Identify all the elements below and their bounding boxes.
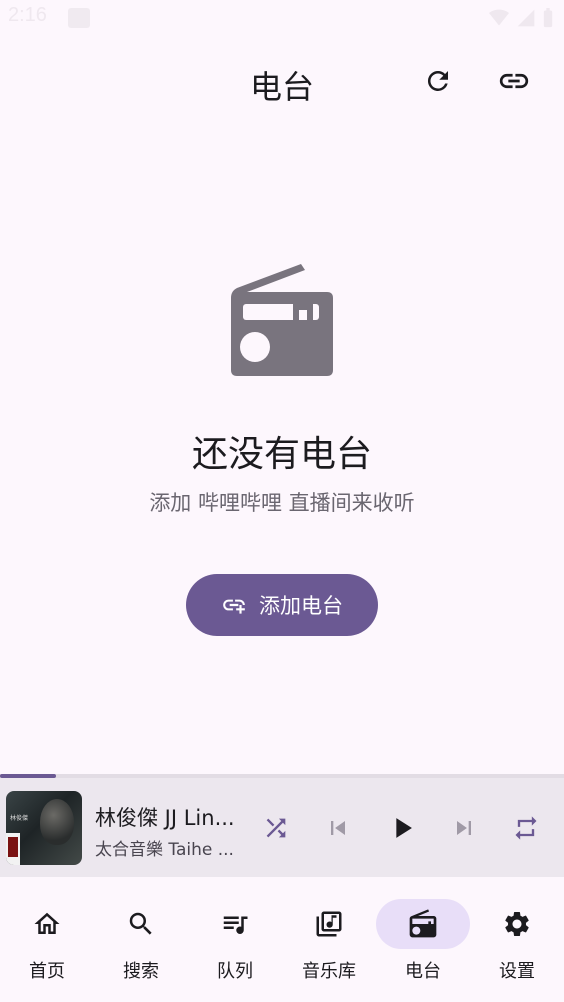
add-link-icon [223,599,245,614]
search-icon [129,912,152,935]
add-station-label: 添加电台 [259,594,343,618]
shuffle-button[interactable] [252,804,300,852]
nav-pill [188,899,282,949]
bottom-navigation: 首页 搜索 队列 音乐库 电台 设置 [0,877,564,1002]
nav-pill [470,899,564,949]
nav-item-library[interactable]: 音乐库 [282,877,376,1002]
queue-icon [223,916,248,934]
mini-player[interactable]: 林俊傑 林俊傑 JJ Lin... 太合音樂 Taihe ... [0,778,564,877]
nav-label: 搜索 [123,961,159,982]
gear-icon [505,912,529,936]
nav-item-radio[interactable]: 电台 [376,877,470,1002]
wifi-icon [489,9,509,26]
nav-item-home[interactable]: 首页 [0,877,94,1002]
notification-icon [68,8,90,28]
nav-label: 设置 [499,961,535,982]
nav-item-search[interactable]: 搜索 [94,877,188,1002]
play-icon [396,818,412,838]
status-icons [488,8,554,28]
refresh-icon [427,70,448,91]
shuffle-icon [266,818,286,838]
skip-next-icon [457,821,471,835]
nav-pill [94,899,188,949]
nav-label: 电台 [405,961,441,982]
next-button[interactable] [440,804,488,852]
empty-state-title: 还没有电台 [191,434,372,475]
top-app-bar: 电台 [0,36,564,128]
signal-icon [517,9,535,27]
song-title: 林俊傑 JJ Lin... [95,806,235,830]
skip-previous-icon [331,821,345,835]
status-bar: 2:16 [0,0,564,36]
empty-state-subtitle: 添加 哔哩哔哩 直播间来收听 [149,491,415,515]
repeat-icon [515,816,537,840]
nav-label: 队列 [217,961,253,982]
nav-label: 首页 [29,961,65,982]
album-art[interactable]: 林俊傑 [6,791,82,865]
nav-pill [376,899,470,949]
status-time: 2:16 [8,4,47,26]
play-button[interactable] [378,804,426,852]
link-button[interactable] [490,57,538,105]
radio-icon [231,264,333,376]
nav-label: 音乐库 [302,961,356,982]
page-title: 电台 [249,68,314,106]
home-icon [34,912,60,934]
link-icon [499,73,529,89]
previous-button[interactable] [314,804,362,852]
refresh-button[interactable] [414,57,462,105]
nav-pill [282,899,376,949]
add-station-button[interactable]: 添加电台 [186,574,378,636]
nav-item-settings[interactable]: 设置 [470,877,564,1002]
repeat-button[interactable] [502,804,550,852]
album-art-text: 林俊傑 [10,815,29,822]
nav-item-queue[interactable]: 队列 [188,877,282,1002]
song-artist: 太合音樂 Taihe ... [95,840,234,860]
nav-pill [0,899,94,949]
battery-icon [543,8,553,28]
library-icon [316,911,342,937]
radio-icon [409,909,437,938]
